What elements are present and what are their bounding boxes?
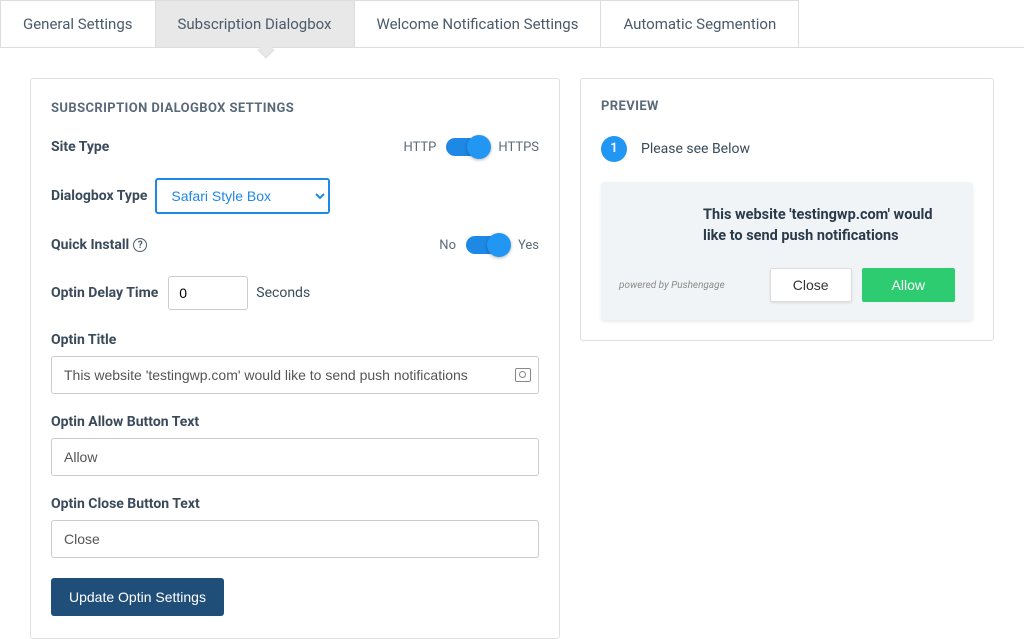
help-icon: ? xyxy=(133,238,147,252)
settings-title: SUBSCRIPTION DIALOGBOX SETTINGS xyxy=(51,101,539,116)
optin-allow-label: Optin Allow Button Text xyxy=(51,414,539,430)
dialog-type-select[interactable]: Safari Style Box xyxy=(155,178,330,214)
tabs-nav: General Settings Subscription Dialogbox … xyxy=(0,0,1024,48)
quick-install-no-text: No xyxy=(439,238,456,253)
settings-panel: SUBSCRIPTION DIALOGBOX SETTINGS Site Typ… xyxy=(30,78,560,639)
tab-welcome[interactable]: Welcome Notification Settings xyxy=(354,0,602,47)
dialog-type-label: Dialogbox Type xyxy=(51,188,147,204)
toggle-knob-icon xyxy=(487,233,511,257)
site-type-label: Site Type xyxy=(51,139,109,155)
preview-allow-button[interactable]: Allow xyxy=(862,268,955,302)
site-type-http-text: HTTP xyxy=(403,140,436,155)
optin-delay-input[interactable] xyxy=(168,276,248,310)
tab-general[interactable]: General Settings xyxy=(0,0,156,47)
tab-segmentation[interactable]: Automatic Segmention xyxy=(600,0,799,47)
optin-allow-input[interactable] xyxy=(51,438,539,476)
powered-by-text: powered by Pushengage xyxy=(619,280,725,291)
optin-title-input[interactable] xyxy=(51,356,539,394)
step-badge: 1 xyxy=(601,136,627,162)
optin-close-input[interactable] xyxy=(51,520,539,558)
optin-close-label: Optin Close Button Text xyxy=(51,496,539,512)
quick-install-label: Quick Install xyxy=(51,237,129,253)
contact-card-icon xyxy=(515,368,531,382)
quick-install-toggle[interactable] xyxy=(466,236,508,254)
preview-dialog: This website 'testingwp.com' would like … xyxy=(601,182,973,320)
site-type-https-text: HTTPS xyxy=(498,140,539,155)
toggle-knob-icon xyxy=(467,135,491,159)
update-settings-button[interactable]: Update Optin Settings xyxy=(51,578,224,616)
preview-subtitle: Please see Below xyxy=(641,141,750,157)
preview-close-button[interactable]: Close xyxy=(770,268,852,302)
tab-subscription[interactable]: Subscription Dialogbox xyxy=(155,0,355,47)
preview-panel: PREVIEW 1 Please see Below This website … xyxy=(580,78,994,341)
quick-install-yes-text: Yes xyxy=(518,238,539,253)
preview-dialog-title: This website 'testingwp.com' would like … xyxy=(703,204,955,246)
preview-title: PREVIEW xyxy=(601,99,973,114)
optin-title-label: Optin Title xyxy=(51,332,539,348)
site-type-toggle[interactable] xyxy=(446,138,488,156)
optin-delay-label: Optin Delay Time xyxy=(51,285,158,301)
optin-delay-unit: Seconds xyxy=(256,285,310,301)
